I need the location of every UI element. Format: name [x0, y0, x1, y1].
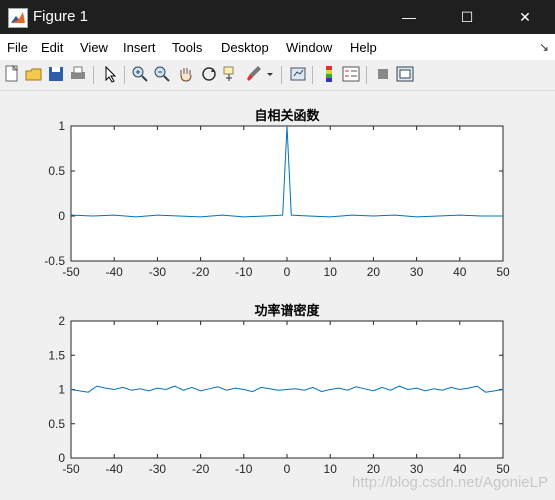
pan-hand-icon[interactable] — [176, 64, 196, 84]
watermark: http://blog.csdn.net/AgonieLP — [352, 474, 548, 491]
menu-file[interactable]: File — [7, 40, 28, 55]
x-tick-label: 40 — [453, 265, 467, 279]
menu-tools[interactable]: Tools — [172, 40, 202, 55]
link-plot-icon[interactable] — [288, 64, 308, 84]
show-plot-tools-icon[interactable] — [395, 64, 415, 84]
new-figure-icon[interactable] — [2, 64, 22, 84]
menu-window[interactable]: Window — [286, 40, 332, 55]
x-tick-label: -20 — [192, 265, 210, 279]
menu-insert[interactable]: Insert — [123, 40, 156, 55]
y-tick-label: -0.5 — [44, 254, 65, 268]
minimize-button[interactable]: — — [380, 0, 438, 34]
x-tick-label: -30 — [149, 265, 167, 279]
menu-edit[interactable]: Edit — [41, 40, 63, 55]
rotate-3d-icon[interactable] — [199, 64, 219, 84]
brush-dropdown-icon[interactable] — [264, 64, 276, 84]
matlab-logo-icon — [8, 8, 28, 28]
zoom-out-icon[interactable] — [152, 64, 172, 84]
menu-bar: File Edit View Insert Tools Desktop Wind… — [0, 34, 555, 60]
hide-plot-tools-icon[interactable] — [373, 64, 393, 84]
y-tick-label: 1 — [58, 119, 65, 133]
psd-title: 功率谱密度 — [254, 303, 320, 318]
x-tick-label: 10 — [324, 265, 338, 279]
window-title: Figure 1 — [33, 8, 89, 25]
zoom-in-icon[interactable] — [130, 64, 150, 84]
x-tick-label: -30 — [149, 462, 167, 476]
insert-colorbar-icon[interactable] — [319, 64, 339, 84]
x-tick-label: -10 — [235, 462, 253, 476]
x-tick-label: -40 — [106, 265, 124, 279]
autocorrelation-axes[interactable]: 自相关函数 -50 -40 -30 -20 -10 0 10 20 30 40 50-0.500.5… — [44, 108, 510, 279]
menu-desktop[interactable]: Desktop — [221, 40, 269, 55]
x-tick-label: -40 — [106, 462, 124, 476]
maximize-button[interactable]: ☐ — [438, 0, 496, 34]
x-tick-label: 10 — [324, 462, 338, 476]
y-tick-label: 1.5 — [48, 348, 65, 362]
y-tick-label: 0.5 — [48, 417, 65, 431]
open-file-icon[interactable] — [24, 64, 44, 84]
psd-axes[interactable]: 功率谱密度 -50 -40 -30 -20 -10 0 10 20 30 40 5000.511.5… — [48, 303, 510, 476]
axes-background — [70, 125, 504, 262]
x-tick-label: 30 — [410, 265, 424, 279]
toolbar-separator — [281, 66, 282, 84]
y-tick-label: 2 — [58, 314, 65, 328]
x-tick-label: 50 — [496, 265, 510, 279]
data-cursor-icon[interactable] — [221, 64, 241, 84]
figure-toolbar — [0, 60, 555, 91]
x-tick-label: 20 — [367, 265, 381, 279]
x-tick-label: 0 — [284, 265, 291, 279]
dock-arrow-icon[interactable]: ↘ — [539, 40, 549, 54]
insert-legend-icon[interactable] — [341, 64, 361, 84]
toolbar-separator — [124, 66, 125, 84]
figure-canvas[interactable]: 自相关函数 -50 -40 -30 -20 -10 0 10 20 30 40 50-0.500.5… — [0, 90, 555, 500]
brush-icon[interactable] — [244, 64, 264, 84]
x-tick-label: 0 — [284, 462, 291, 476]
y-tick-label: 1 — [58, 383, 65, 397]
y-tick-label: 0 — [58, 209, 65, 223]
menu-help[interactable]: Help — [350, 40, 377, 55]
save-icon[interactable] — [46, 64, 66, 84]
print-icon[interactable] — [68, 64, 88, 84]
y-tick-label: 0 — [58, 451, 65, 465]
toolbar-separator — [93, 66, 94, 84]
autocorrelation-title: 自相关函数 — [254, 108, 320, 123]
title-bar: Figure 1 — ☐ ✕ — [0, 0, 555, 34]
toolbar-separator — [366, 66, 367, 84]
y-tick-label: 0.5 — [48, 164, 65, 178]
x-tick-label: -10 — [235, 265, 253, 279]
x-tick-label: -20 — [192, 462, 210, 476]
menu-view[interactable]: View — [80, 40, 108, 55]
edit-plot-arrow-icon[interactable] — [100, 64, 120, 84]
close-button[interactable]: ✕ — [496, 0, 554, 34]
toolbar-separator — [312, 66, 313, 84]
